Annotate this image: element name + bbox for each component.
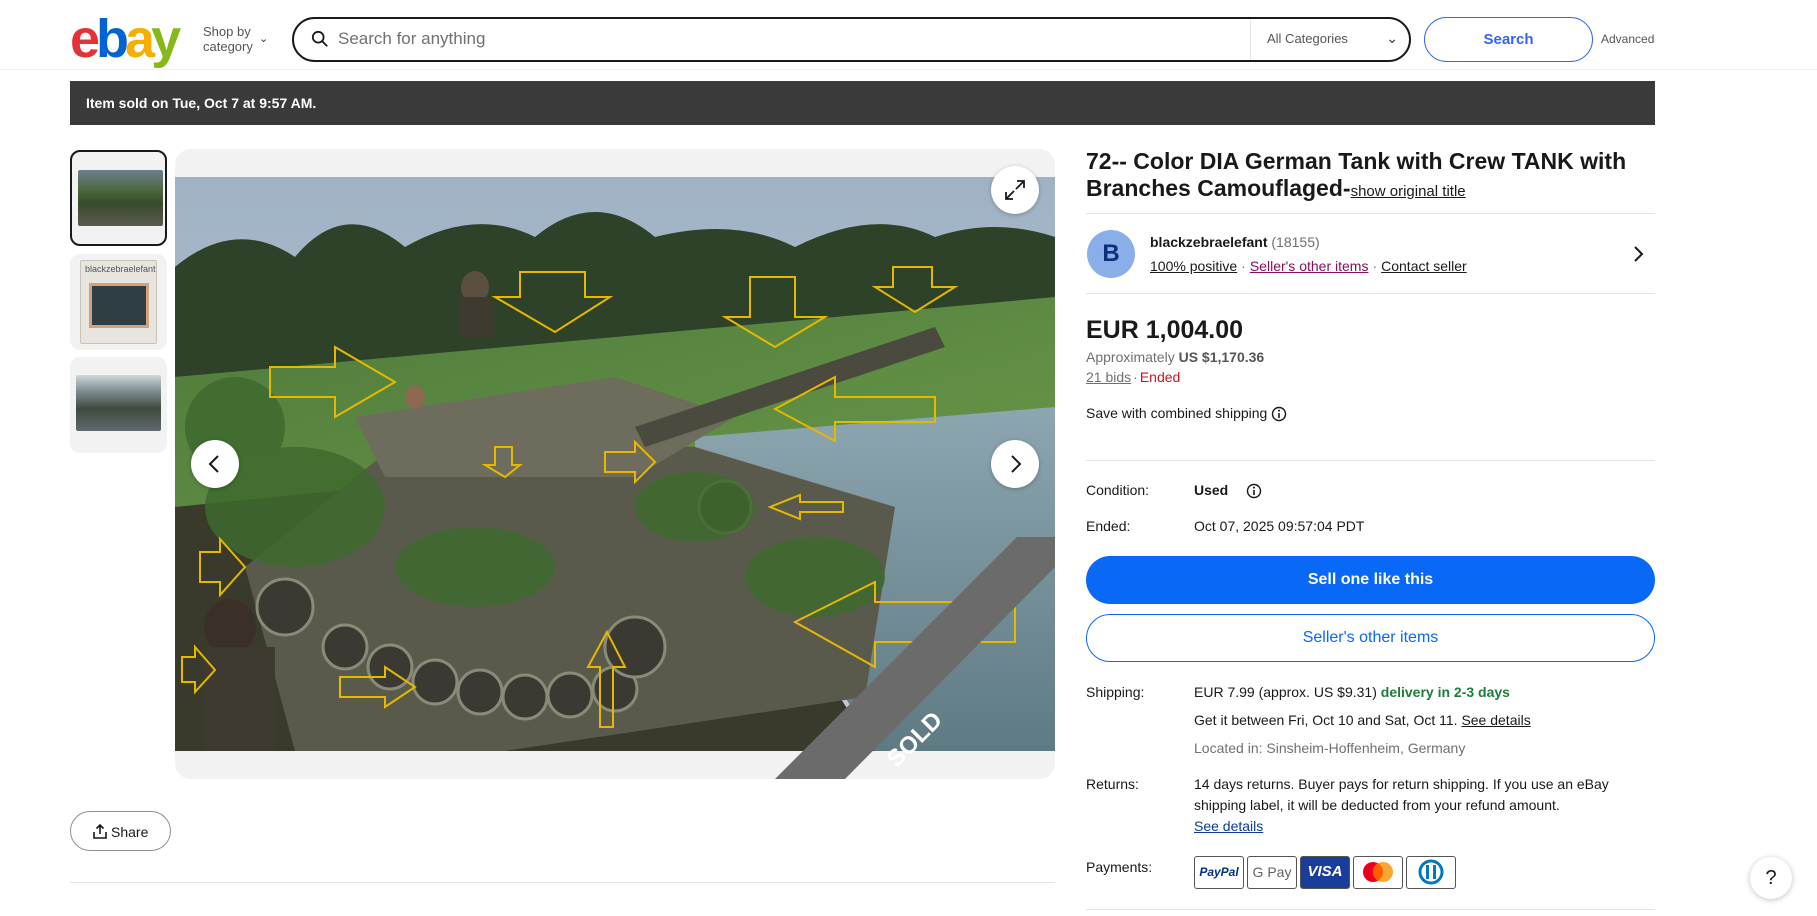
shipping-cost: EUR 7.99 (approx. US $9.31) — [1194, 684, 1377, 700]
share-label: Share — [111, 824, 149, 840]
divider — [70, 882, 1055, 883]
share-button[interactable]: Share — [70, 811, 171, 851]
returns-see-details-link[interactable]: See details — [1194, 816, 1263, 836]
chevron-left-icon — [208, 455, 219, 473]
ended-label: Ended: — [1086, 518, 1131, 534]
search-input[interactable] — [338, 24, 1238, 54]
diners-club-icon — [1406, 856, 1456, 889]
logo-letter-y: y — [151, 9, 181, 69]
ended-value: Oct 07, 2025 09:57:04 PDT — [1194, 518, 1365, 534]
logo-letter-a: a — [125, 9, 155, 69]
mastercard-icon — [1353, 856, 1403, 889]
share-icon — [93, 824, 107, 839]
bids-link[interactable]: 21 bids — [1086, 369, 1131, 385]
thumbnail-3[interactable] — [70, 357, 167, 453]
shipping-cost-row: EUR 7.99 (approx. US $9.31) delivery in … — [1194, 682, 1510, 702]
listing-title: 72-- Color DIA German Tank with Crew TAN… — [1086, 148, 1646, 205]
expand-icon — [1005, 180, 1025, 200]
divider — [1086, 293, 1655, 294]
slide-window — [89, 283, 149, 328]
shop-by-category[interactable]: Shop by category ⌄ — [203, 24, 268, 54]
show-original-title-link[interactable]: show original title — [1351, 183, 1466, 200]
approx-price: Approximately US $1,170.36 — [1086, 349, 1264, 365]
combined-shipping: Save with combined shipping — [1086, 405, 1287, 422]
separator: · — [1241, 258, 1246, 274]
site-header: ebay Shop by category ⌄ All Categories ⌄… — [0, 0, 1817, 70]
thumbnail-image — [76, 375, 161, 431]
main-image-container: SOLD — [175, 149, 1055, 779]
item-location: Located in: Sinsheim-Hoffenheim, Germany — [1194, 740, 1466, 756]
ebay-logo[interactable]: ebay — [70, 9, 181, 69]
chevron-down-icon: ⌄ — [1386, 30, 1398, 46]
shipping-dates-row: Get it between Fri, Oct 10 and Sat, Oct … — [1194, 710, 1531, 730]
approx-value: US $1,170.36 — [1178, 349, 1265, 365]
divider — [1086, 460, 1655, 461]
shipping-label: Shipping: — [1086, 684, 1145, 700]
shop-by-line2: category — [203, 39, 253, 54]
seller-links: 100% positive · Seller's other items · Conta… — [1150, 258, 1467, 274]
status-ended: Ended — [1139, 369, 1181, 385]
seller-name: blackzebraelefant — [1150, 234, 1268, 250]
search-bar: All Categories ⌄ — [292, 17, 1411, 62]
seller-positive-link[interactable]: 100% positive — [1150, 258, 1237, 274]
next-image-button[interactable] — [991, 440, 1039, 488]
chevron-right-icon[interactable] — [1630, 244, 1646, 264]
previous-image-button[interactable] — [191, 440, 239, 488]
info-icon[interactable] — [1271, 406, 1287, 422]
category-select[interactable]: All Categories ⌄ — [1250, 19, 1410, 60]
contact-seller-link[interactable]: Contact seller — [1381, 258, 1467, 274]
thumbnail-2[interactable]: blackzebraelefant — [70, 254, 167, 350]
separator: · — [1133, 369, 1138, 385]
thumbnail-1[interactable] — [70, 150, 167, 246]
divider — [1086, 213, 1655, 214]
chevron-right-icon — [1011, 455, 1022, 473]
advanced-search-link[interactable]: Advanced — [1601, 32, 1654, 46]
chevron-down-icon: ⌄ — [259, 33, 269, 45]
separator: · — [1372, 258, 1378, 274]
price: EUR 1,004.00 — [1086, 316, 1244, 344]
shipping-dates: Get it between Fri, Oct 10 and Sat, Oct … — [1194, 712, 1458, 728]
bids-row: 21 bids · Ended — [1086, 369, 1180, 385]
search-button[interactable]: Search — [1424, 17, 1593, 62]
shop-by-line1: Shop by — [203, 24, 251, 39]
seller-name-row[interactable]: blackzebraelefant (18155) — [1150, 234, 1320, 250]
seller-feedback-count: (18155) — [1271, 234, 1320, 250]
logo-letter-b: b — [96, 9, 129, 69]
shipping-delivery: delivery in 2-3 days — [1380, 684, 1510, 700]
approx-label: Approximately — [1086, 349, 1175, 365]
combined-shipping-text: Save with combined shipping — [1086, 405, 1268, 421]
google-pay-icon: G Pay — [1247, 856, 1297, 889]
returns-text-2: shipping label, it will be deducted from… — [1194, 797, 1560, 813]
condition-value-row: Used — [1194, 480, 1262, 500]
divider — [1086, 909, 1655, 910]
logo-letter-e: e — [70, 9, 100, 69]
search-icon — [311, 30, 328, 47]
sold-banner: Item sold on Tue, Oct 7 at 9:57 AM. — [70, 81, 1655, 125]
condition-label: Condition: — [1086, 482, 1150, 498]
sell-one-like-this-button[interactable]: Sell one like this — [1086, 556, 1655, 604]
paypal-icon: PayPal — [1194, 856, 1244, 889]
help-button[interactable]: ? — [1750, 857, 1792, 899]
thumbnail-image: blackzebraelefant — [80, 260, 157, 344]
sold-ribbon: SOLD — [775, 537, 1055, 779]
returns-label: Returns: — [1086, 776, 1139, 792]
condition-value: Used — [1194, 482, 1229, 498]
seller-other-items-link[interactable]: Seller's other items — [1250, 258, 1369, 274]
payments-label: Payments: — [1086, 859, 1153, 875]
visa-icon: VISA — [1300, 856, 1350, 889]
see-details-link[interactable]: See details — [1461, 712, 1530, 728]
returns-text-1: 14 days returns. Buyer pays for return s… — [1194, 776, 1609, 792]
sellers-other-items-button[interactable]: Seller's other items — [1086, 614, 1655, 662]
expand-image-button[interactable] — [991, 166, 1039, 214]
info-icon[interactable] — [1246, 483, 1262, 499]
category-select-value: All Categories — [1267, 31, 1348, 46]
slide-label: blackzebraelefant — [85, 264, 156, 274]
seller-avatar[interactable]: B — [1087, 230, 1135, 278]
thumbnail-image — [78, 170, 163, 226]
